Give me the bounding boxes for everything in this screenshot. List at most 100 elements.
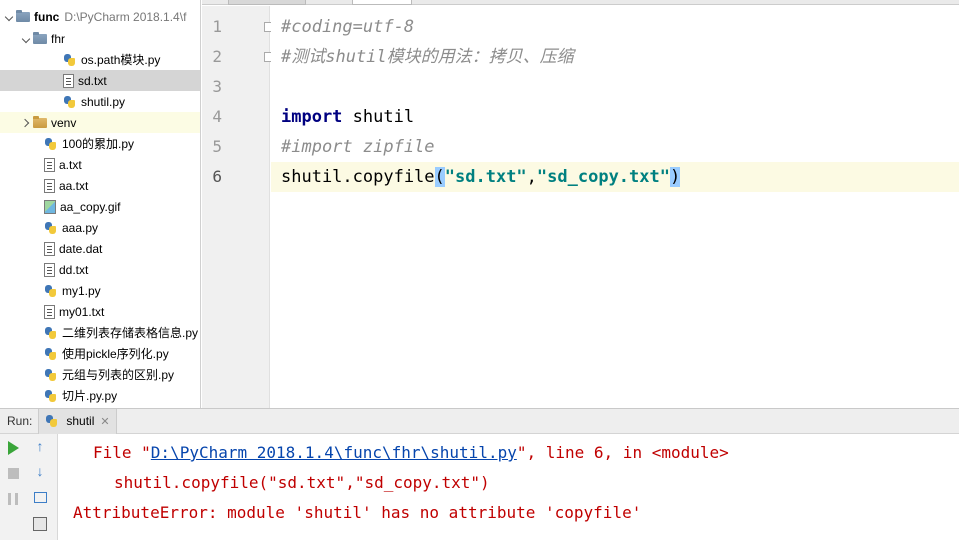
editor-tab-strip	[202, 0, 959, 5]
arrow-down-icon: ↓	[36, 463, 44, 479]
line-number: 1	[212, 17, 222, 36]
tree-item-label: fhr	[51, 31, 66, 46]
tree-item-label: dd.txt	[59, 262, 89, 277]
data-file-icon	[44, 241, 55, 256]
tree-item-my1-py[interactable]: my1.py	[0, 280, 200, 301]
python-file-icon	[44, 137, 58, 151]
tree-item-os-path[interactable]: os.path模块.py	[0, 49, 200, 70]
tree-item-label: aaa.py	[62, 220, 99, 235]
print-button[interactable]	[30, 514, 50, 534]
python-file-icon	[44, 347, 58, 361]
console-text: ", line 6, in <module>	[516, 443, 729, 462]
pause-icon	[8, 493, 18, 505]
tree-item-fhr[interactable]: fhr	[0, 28, 200, 49]
line-number: 5	[212, 137, 222, 156]
tree-item-label: aa.txt	[59, 178, 89, 193]
tree-item-100-sum[interactable]: 100的累加.py	[0, 133, 200, 154]
text-file-icon	[44, 157, 55, 172]
tree-item-slice[interactable]: 切片.py.py	[0, 385, 200, 406]
tree-item-label: aa_copy.gif	[60, 199, 121, 214]
run-toolbar: ↑ ↓	[0, 434, 58, 540]
comment: #import zipfile	[281, 137, 435, 157]
keyword-import: import	[281, 107, 343, 127]
code-editor[interactable]: #coding=utf-8 #测试shutil模块的用法：拷贝、压缩 impor…	[271, 6, 959, 408]
pause-button[interactable]	[3, 489, 23, 509]
function-call: shutil.copyfile	[281, 167, 435, 187]
tree-item-date-dat[interactable]: date.dat	[0, 238, 200, 259]
line-number: 6	[212, 167, 222, 186]
rerun-button[interactable]	[3, 438, 23, 458]
tree-item-aa-copy-gif[interactable]: aa_copy.gif	[0, 196, 200, 217]
run-label: Run:	[7, 414, 33, 428]
code-line-3[interactable]	[271, 72, 959, 102]
tree-item-label: 使用pickle序列化.py	[62, 347, 169, 361]
tree-item-label: 100的累加.py	[62, 137, 135, 151]
print-icon	[33, 517, 47, 531]
traceback-file-link[interactable]: D:\PyCharm 2018.1.4\func\fhr\shutil.py	[151, 443, 517, 462]
python-file-icon	[44, 284, 58, 298]
open-paren: (	[434, 167, 445, 187]
tree-item-label: my1.py	[62, 283, 101, 298]
code-line-1[interactable]: #coding=utf-8	[271, 12, 959, 42]
code-line-5[interactable]: #import zipfile	[271, 132, 959, 162]
python-file-icon	[44, 221, 58, 235]
comma: ,	[526, 167, 537, 187]
tree-item-2d-list[interactable]: 二维列表存储表格信息.py	[0, 322, 200, 343]
code-line-4[interactable]: import shutil	[271, 102, 959, 132]
line-number: 2	[212, 47, 222, 66]
tree-item-label: sd.txt	[78, 73, 107, 88]
folder-icon	[33, 32, 47, 44]
excluded-folder-icon	[33, 116, 47, 128]
tree-item-sd-txt[interactable]: sd.txt	[0, 70, 200, 91]
run-tab-shutil[interactable]: shutil ✕	[38, 408, 117, 434]
string-arg-1: "sd.txt"	[444, 167, 527, 187]
tree-item-venv[interactable]: venv	[0, 112, 200, 133]
play-icon	[7, 441, 19, 455]
close-icon[interactable]: ✕	[100, 415, 109, 428]
tree-item-label: 二维列表存储表格信息.py	[62, 326, 199, 340]
editor-tab-active[interactable]	[352, 0, 412, 5]
stop-button[interactable]	[3, 463, 23, 483]
tree-item-a-txt[interactable]: a.txt	[0, 154, 200, 175]
tree-item-tuple-list[interactable]: 元组与列表的区别.py	[0, 364, 200, 385]
text-file-icon	[44, 304, 55, 319]
python-file-icon	[44, 368, 58, 382]
chevron-down-icon[interactable]	[21, 33, 33, 45]
line-number: 4	[212, 107, 222, 126]
string-arg-2: "sd_copy.txt"	[536, 167, 670, 187]
tree-item-aaa-py[interactable]: aaa.py	[0, 217, 200, 238]
soft-wrap-button[interactable]	[30, 487, 50, 507]
chevron-right-icon[interactable]	[21, 117, 33, 129]
code-line-2[interactable]: #测试shutil模块的用法：拷贝、压缩	[271, 42, 959, 72]
project-tool-window: func D:\PyCharm 2018.1.4\f fhr os.path模块…	[0, 0, 201, 408]
tree-item-label: venv	[51, 115, 77, 130]
python-file-icon	[44, 326, 58, 340]
tree-item-pickle[interactable]: 使用pickle序列化.py	[0, 343, 200, 364]
tree-item-shutil-py[interactable]: shutil.py	[0, 91, 200, 112]
code-line-6[interactable]: shutil.copyfile("sd.txt","sd_copy.txt")	[271, 162, 959, 192]
tree-item-label: 切片.py.py	[62, 389, 118, 403]
python-file-icon	[45, 414, 59, 428]
tree-item-label: os.path模块.py	[81, 53, 161, 67]
scroll-down-button[interactable]: ↓	[30, 461, 50, 481]
console-error-line: AttributeError: module 'shutil' has no a…	[73, 503, 642, 522]
python-file-icon	[63, 95, 77, 109]
tree-root-func[interactable]: func D:\PyCharm 2018.1.4\f	[0, 6, 200, 27]
console-line-2: shutil.copyfile("sd.txt","sd_copy.txt")	[114, 473, 490, 492]
run-console[interactable]: File "D:\PyCharm 2018.1.4\func\fhr\shuti…	[59, 434, 959, 540]
tree-item-aa-txt[interactable]: aa.txt	[0, 175, 200, 196]
editor-tab[interactable]	[228, 0, 306, 5]
scroll-up-button[interactable]: ↑	[30, 436, 50, 456]
run-panel-header: Run: shutil ✕	[0, 408, 959, 434]
folder-icon	[16, 10, 30, 22]
console-line-1: File "D:\PyCharm 2018.1.4\func\fhr\shuti…	[93, 443, 729, 462]
tree-item-my01-txt[interactable]: my01.txt	[0, 301, 200, 322]
text-file-icon	[44, 262, 55, 277]
stop-icon	[7, 467, 19, 479]
tree-item-label: 元组与列表的区别.py	[62, 368, 175, 382]
chevron-down-icon[interactable]	[4, 11, 16, 23]
python-file-icon	[63, 53, 77, 67]
text-file-icon	[44, 178, 55, 193]
tree-item-dd-txt[interactable]: dd.txt	[0, 259, 200, 280]
run-tab-label: shutil	[66, 414, 95, 428]
